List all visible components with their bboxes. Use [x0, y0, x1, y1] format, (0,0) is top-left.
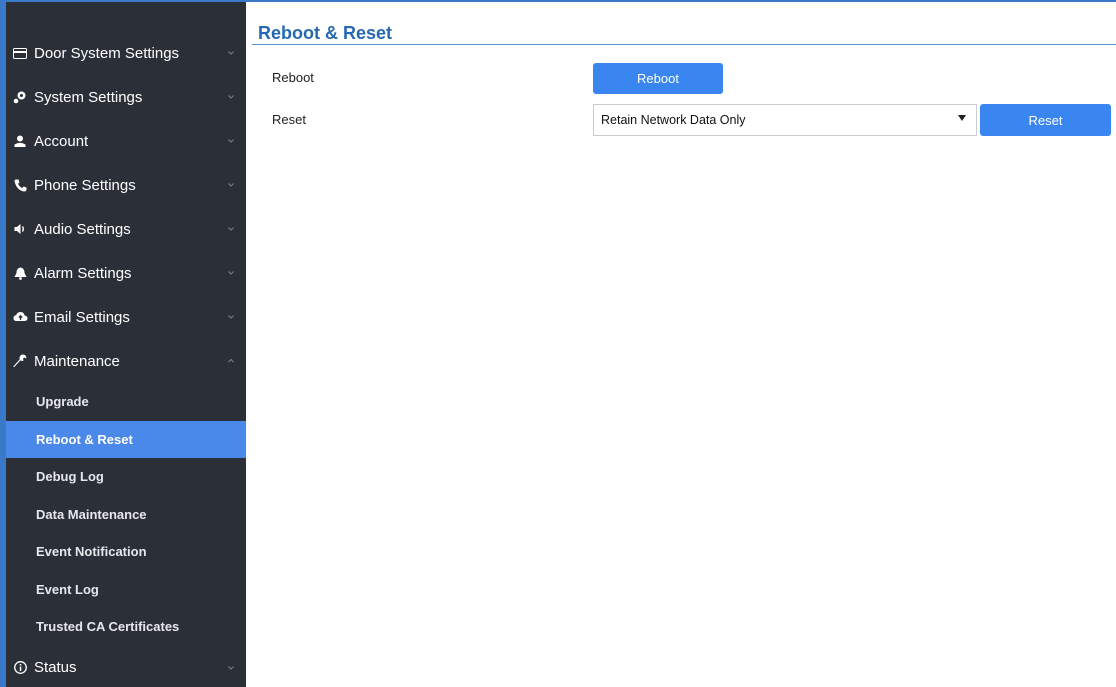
chevron-down-icon — [228, 51, 234, 55]
chevron-down-icon — [228, 183, 234, 187]
sidebar-item-label: Maintenance — [34, 352, 120, 370]
sidebar-item-label: Status — [34, 659, 77, 676]
sidebar-item-label: Account — [34, 132, 89, 150]
sidebar-item-phone-settings[interactable]: Phone Settings — [6, 163, 246, 207]
user-icon — [12, 133, 28, 149]
reboot-button[interactable]: Reboot — [593, 63, 723, 94]
sidebar-item-status[interactable]: Status — [6, 646, 246, 687]
reset-button[interactable]: Reset — [980, 104, 1111, 136]
sidebar-item-system-settings[interactable]: System Settings — [6, 75, 246, 119]
chevron-down-icon — [228, 315, 234, 319]
sidebar-subitem-debug-log[interactable]: Debug Log — [6, 458, 246, 496]
sidebar-item-label: Alarm Settings — [34, 264, 132, 282]
sidebar-item-maintenance[interactable]: Maintenance — [6, 339, 246, 383]
chevron-down-icon — [228, 139, 234, 143]
settings-icon — [12, 89, 28, 105]
sidebar-item-audio-settings[interactable]: Audio Settings — [6, 207, 246, 251]
info-icon — [12, 660, 28, 676]
card-icon — [12, 45, 28, 61]
speaker-icon — [12, 221, 28, 237]
sidebar-item-label: System Settings — [34, 88, 143, 106]
sidebar: Door System Settings System Settings Acc… — [6, 2, 246, 687]
sidebar-item-email-settings[interactable]: Email Settings — [6, 295, 246, 339]
reset-label: Reset — [272, 112, 306, 127]
sidebar-subitem-reboot-reset[interactable]: Reboot & Reset — [6, 420, 246, 458]
cloud-upload-icon — [12, 309, 28, 325]
chevron-down-icon — [228, 95, 234, 99]
sidebar-item-alarm-settings[interactable]: Alarm Settings — [6, 251, 246, 295]
page-title: Reboot & Reset — [258, 23, 393, 43]
reset-mode-select[interactable]: Retain Network Data Only — [593, 104, 977, 136]
sidebar-item-label: Door System Settings — [34, 44, 180, 62]
sidebar-item-label: Phone Settings — [34, 176, 136, 194]
sidebar-item-account[interactable]: Account — [6, 119, 246, 163]
reboot-label: Reboot — [272, 70, 314, 85]
sidebar-subitem-upgrade[interactable]: Upgrade — [6, 383, 246, 421]
sidebar-subitem-trusted-ca-certificates[interactable]: Trusted CA Certificates — [6, 608, 246, 646]
bell-icon — [12, 265, 28, 281]
sidebar-item-label: Email Settings — [34, 308, 130, 326]
sidebar-subitem-data-maintenance[interactable]: Data Maintenance — [6, 496, 246, 534]
sidebar-subitem-event-log[interactable]: Event Log — [6, 571, 246, 609]
reset-mode-selected-value: Retain Network Data Only — [601, 113, 746, 127]
dropdown-arrow-icon — [958, 115, 966, 121]
main-content: Reboot & Reset Reboot Reboot Reset Retai… — [246, 2, 1116, 687]
sidebar-item-door-system-settings[interactable]: Door System Settings — [6, 31, 246, 75]
chevron-down-icon — [228, 271, 234, 275]
phone-icon — [12, 177, 28, 193]
chevron-down-icon — [228, 227, 234, 231]
wrench-icon — [12, 353, 28, 369]
chevron-up-icon — [228, 358, 234, 363]
title-divider — [252, 44, 1116, 45]
chevron-down-icon — [228, 665, 234, 670]
sidebar-item-label: Audio Settings — [34, 220, 131, 238]
sidebar-subitem-event-notification[interactable]: Event Notification — [6, 533, 246, 571]
